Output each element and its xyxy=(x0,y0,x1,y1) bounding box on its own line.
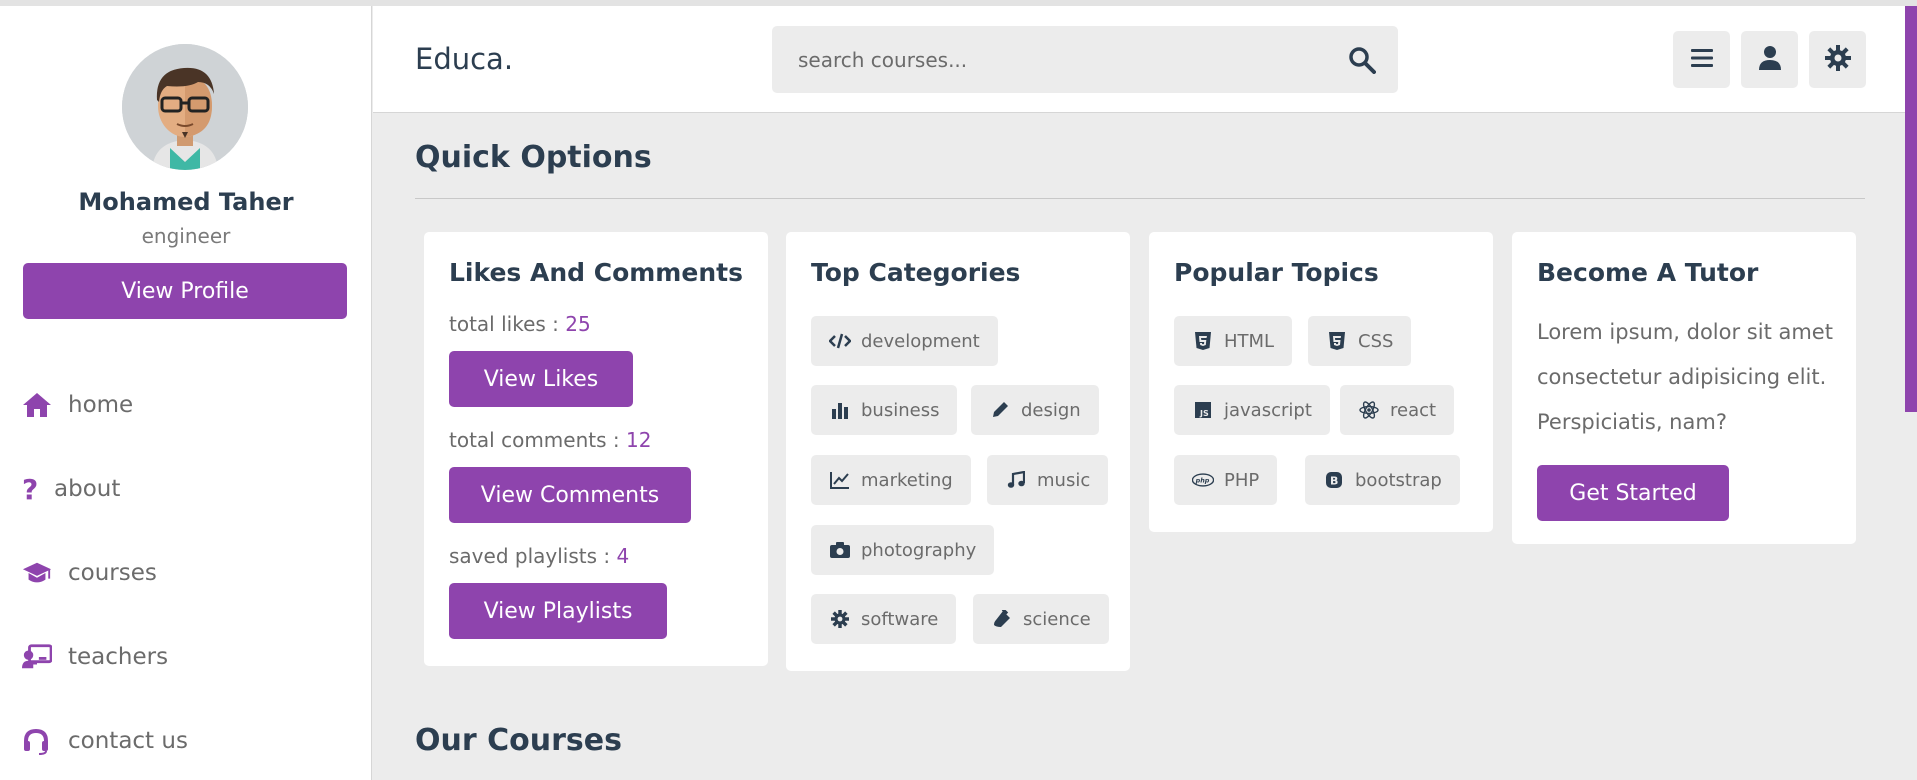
gear-icon xyxy=(1824,44,1851,75)
avatar xyxy=(122,44,248,170)
category-design[interactable]: design xyxy=(971,385,1099,435)
line-chart-icon xyxy=(829,469,851,491)
saved-playlists: saved playlists : 4 xyxy=(449,544,630,568)
tutor-description: Lorem ipsum, dolor sit amet consectetur … xyxy=(1537,320,1833,434)
category-science[interactable]: science xyxy=(973,594,1109,644)
camera-icon xyxy=(829,539,851,561)
category-marketing[interactable]: marketing xyxy=(811,455,971,505)
topic-javascript[interactable]: JS javascript xyxy=(1174,385,1330,435)
react-icon xyxy=(1358,399,1380,421)
css3-icon xyxy=(1326,330,1348,352)
category-software[interactable]: software xyxy=(811,594,957,644)
search-input[interactable] xyxy=(798,26,1318,93)
card-title: Likes And Comments xyxy=(449,258,743,287)
sidebar-item-courses[interactable]: courses xyxy=(22,553,157,593)
sidebar-item-label: home xyxy=(68,392,134,418)
card-title: Top Categories xyxy=(811,258,1021,287)
svg-text:B: B xyxy=(1330,475,1338,488)
svg-text:JS: JS xyxy=(1199,409,1209,418)
profile-name: Mohamed Taher xyxy=(78,188,294,216)
topic-bootstrap[interactable]: B bootstrap xyxy=(1305,455,1460,505)
get-started-button[interactable]: Get Started xyxy=(1537,465,1729,521)
divider xyxy=(415,198,1865,199)
sidebar: Mohamed Taher engineer View Profile home… xyxy=(0,6,372,780)
category-business[interactable]: business xyxy=(811,385,958,435)
topics-card: Popular Topics HTML CSS JS javascript re… xyxy=(1149,232,1493,532)
flask-icon xyxy=(991,608,1013,630)
total-likes: total likes : 25 xyxy=(449,312,591,336)
php-icon: php xyxy=(1192,469,1214,491)
sidebar-item-teachers[interactable]: teachers xyxy=(22,637,168,677)
view-playlists-button[interactable]: View Playlists xyxy=(449,583,667,639)
section-title-our-courses: Our Courses xyxy=(415,723,622,758)
sidebar-item-contact[interactable]: contact us xyxy=(22,721,188,761)
headset-icon xyxy=(22,726,52,756)
scroll-indicator[interactable] xyxy=(1905,6,1917,412)
bootstrap-icon: B xyxy=(1323,469,1345,491)
topic-react[interactable]: react xyxy=(1340,385,1455,435)
topic-html[interactable]: HTML xyxy=(1174,316,1293,366)
likes-card: Likes And Comments total likes : 25 View… xyxy=(424,232,768,666)
user-icon xyxy=(1758,45,1781,74)
menu-button[interactable] xyxy=(1673,31,1730,88)
logo[interactable]: Educa. xyxy=(415,42,513,76)
category-photography[interactable]: photography xyxy=(811,525,995,575)
sidebar-item-label: about xyxy=(54,476,121,502)
svg-text:php: php xyxy=(1195,477,1210,485)
cog-icon xyxy=(829,608,851,630)
sidebar-item-label: contact us xyxy=(68,728,188,754)
pencil-icon xyxy=(989,399,1011,421)
tutor-card: Become A Tutor Lorem ipsum, dolor sit am… xyxy=(1512,232,1856,544)
settings-button[interactable] xyxy=(1809,31,1866,88)
sidebar-item-label: teachers xyxy=(68,644,169,670)
bar-chart-icon xyxy=(829,399,851,421)
card-title: Popular Topics xyxy=(1174,258,1379,287)
category-music[interactable]: music xyxy=(987,455,1109,505)
code-icon xyxy=(829,330,851,352)
view-comments-button[interactable]: View Comments xyxy=(449,467,691,523)
search-bar xyxy=(772,26,1398,93)
profile-role: engineer xyxy=(141,224,231,248)
category-development[interactable]: development xyxy=(811,316,998,366)
topic-php[interactable]: php PHP xyxy=(1174,455,1278,505)
sidebar-item-home[interactable]: home xyxy=(22,385,133,425)
sidebar-item-label: courses xyxy=(68,560,157,586)
section-title-quick-options: Quick Options xyxy=(415,140,652,175)
categories-card: Top Categories development business desi… xyxy=(786,232,1130,671)
topic-css[interactable]: CSS xyxy=(1308,316,1412,366)
graduation-cap-icon xyxy=(22,558,52,588)
header: Educa. xyxy=(373,6,1917,113)
user-button[interactable] xyxy=(1741,31,1798,88)
search-icon[interactable] xyxy=(1348,46,1376,74)
sidebar-item-about[interactable]: ? about xyxy=(22,469,120,509)
javascript-icon: JS xyxy=(1192,399,1214,421)
view-profile-button[interactable]: View Profile xyxy=(23,263,347,319)
menu-icon xyxy=(1690,48,1713,72)
html5-icon xyxy=(1192,330,1214,352)
view-likes-button[interactable]: View Likes xyxy=(449,351,633,407)
teacher-icon xyxy=(22,642,52,672)
home-icon xyxy=(22,390,52,420)
music-icon xyxy=(1005,469,1027,491)
card-title: Become A Tutor xyxy=(1537,258,1759,287)
total-comments: total comments : 12 xyxy=(449,428,652,452)
question-icon: ? xyxy=(22,472,39,506)
